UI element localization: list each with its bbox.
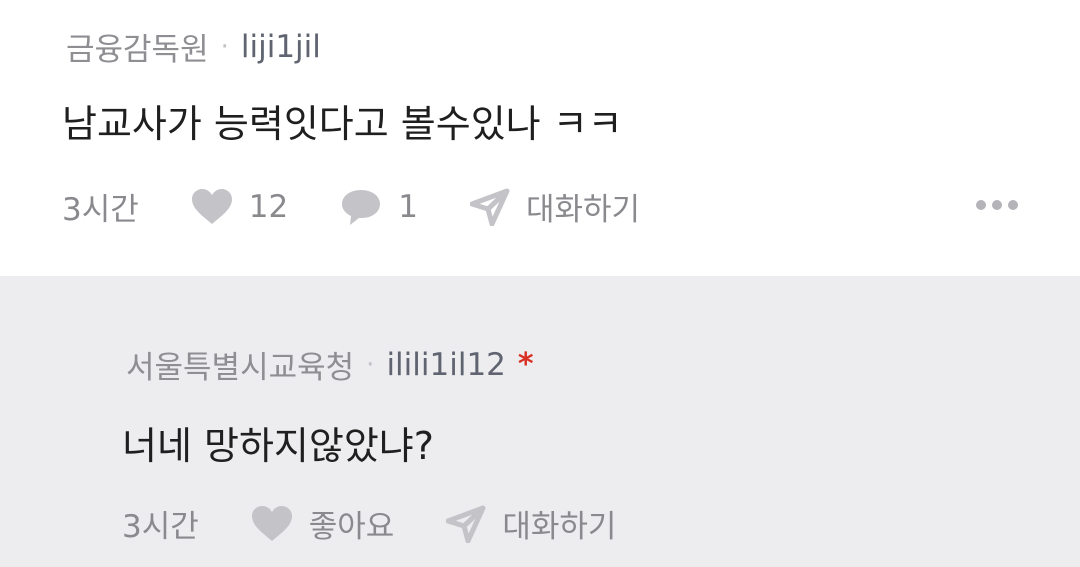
heart-icon (191, 188, 233, 226)
author-organization[interactable]: 금융감독원 (66, 24, 209, 69)
meta-separator: · (220, 31, 229, 62)
send-icon (469, 188, 510, 226)
like-count: 12 (248, 188, 289, 225)
reply-chat-label: 대화하기 (502, 509, 617, 545)
heart-icon (251, 505, 293, 543)
chat-label: 대화하기 (525, 192, 641, 228)
reply-author-line: 서울특별시교육청 · ilili1il12 * (126, 342, 534, 387)
reply-chat-button[interactable]: 대화하기 (446, 501, 616, 546)
reply-actions: 3시간 좋아요 대화하기 (122, 501, 616, 546)
comment-bubble-icon (340, 188, 382, 226)
more-options-button[interactable] (976, 200, 1024, 210)
author-marker: * (517, 347, 534, 382)
reply-text: 너네 망하지않았냐? (122, 424, 434, 468)
comment-actions: 3시간 12 1 대화하기 (62, 184, 640, 229)
comment-text: 남교사가 능력잇다고 볼수있나 ㅋㅋ (62, 102, 623, 146)
reply-like-label: 좋아요 (308, 509, 395, 545)
author-nickname[interactable]: liji1jil (241, 29, 321, 65)
comment-author-line: 금융감독원 · liji1jil (66, 24, 321, 69)
more-dots-icon (976, 200, 1024, 210)
chat-button[interactable]: 대화하기 (469, 184, 641, 229)
send-icon (446, 505, 486, 543)
reply-author-organization[interactable]: 서울특별시교육청 (126, 342, 354, 387)
like-button[interactable]: 12 (191, 188, 288, 226)
comment-timestamp: 3시간 (62, 192, 139, 228)
reply-like-button[interactable]: 좋아요 (251, 501, 395, 546)
reply-card: 서울특별시교육청 · ilili1il12 * 너네 망하지않았냐? 3시간 좋… (0, 276, 1080, 567)
reply-timestamp: 3시간 (122, 509, 199, 545)
reply-count-button[interactable]: 1 (340, 188, 418, 226)
reply-author-nickname[interactable]: ilili1il12 (386, 347, 505, 383)
reply-count: 1 (398, 188, 418, 225)
comment-card: 금융감독원 · liji1jil 남교사가 능력잇다고 볼수있나 ㅋㅋ 3시간 … (0, 0, 1080, 276)
meta-separator: · (366, 349, 375, 380)
